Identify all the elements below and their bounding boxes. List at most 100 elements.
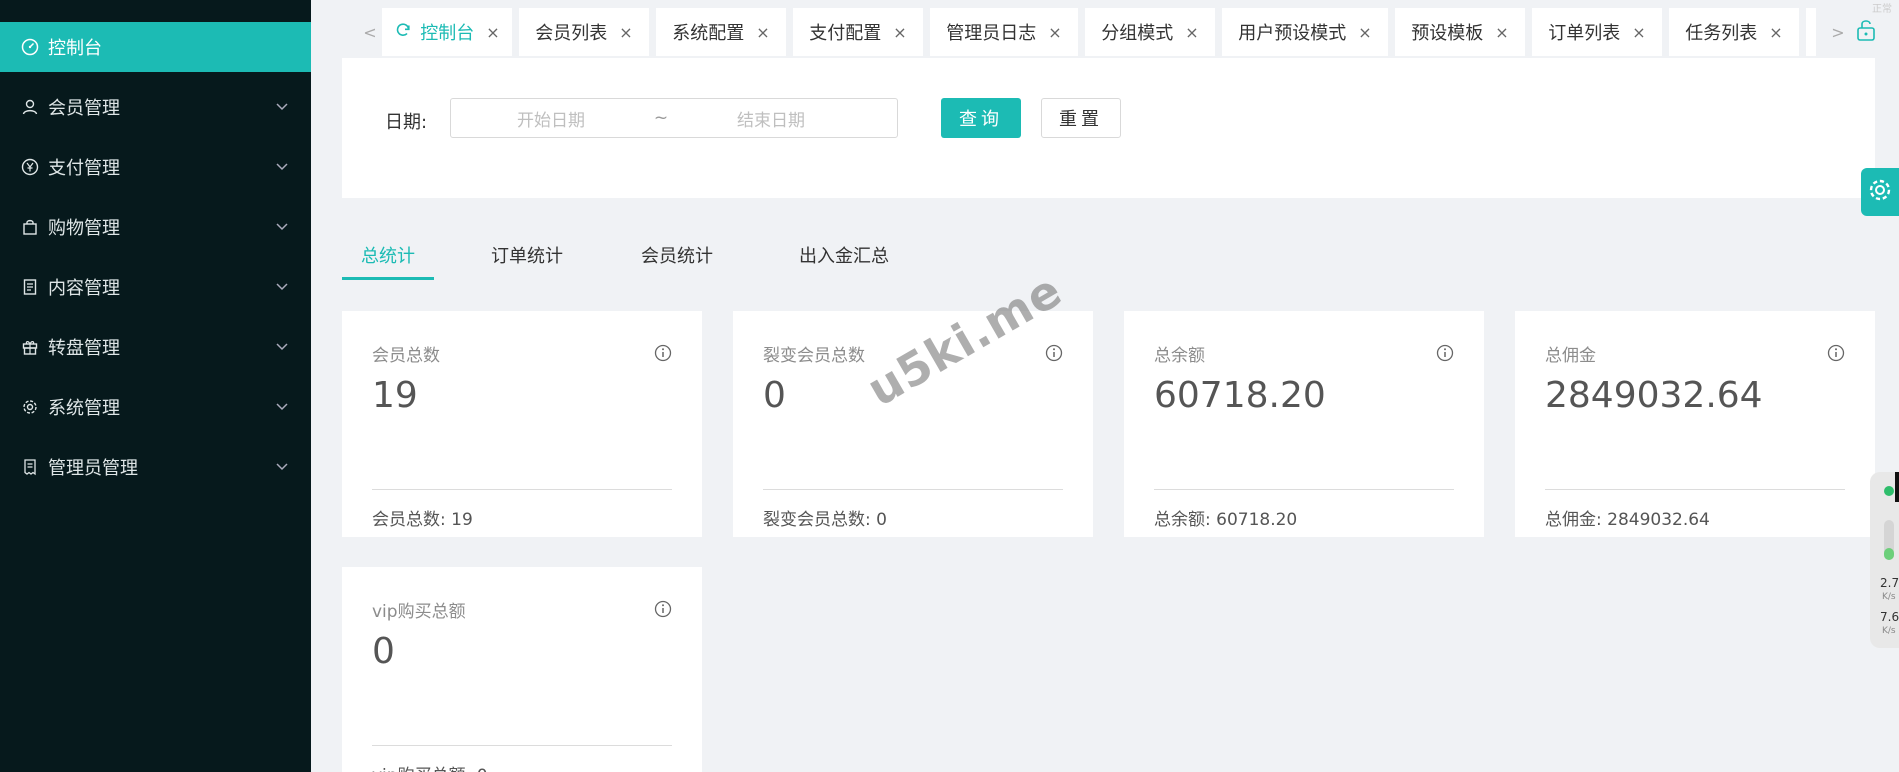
refresh-icon — [394, 21, 412, 44]
network-speed-widget[interactable]: 2.7 K/s 7.6 K/s — [1870, 472, 1899, 648]
close-icon[interactable]: × — [1769, 23, 1782, 42]
tab-scroll-right-button[interactable]: > — [1823, 8, 1853, 56]
tab-label: 系统配置 — [672, 23, 745, 44]
card-title: 会员总数 — [372, 346, 440, 366]
card-value: 0 — [372, 631, 395, 672]
tab-label: 用户预设模式 — [1238, 23, 1347, 44]
tab-system-config[interactable]: 系统配置 × — [656, 8, 786, 56]
date-filter-label: 日期: — [385, 112, 428, 133]
tab-total-stats[interactable]: 总统计 — [342, 230, 434, 280]
page-tab-bar: < 控制台 × 会员列表 × 系统配置 × 支付配置 × 管理员日志 × 分组模… — [311, 0, 1899, 58]
sidebar: 控制台 会员管理 支付管理 购物管理 内容管理 转盘管理 系统管理 管理员管理 — [0, 0, 311, 772]
tab-payment-config[interactable]: 支付配置 × — [793, 8, 923, 56]
chevron-right-icon: > — [1831, 22, 1845, 42]
info-icon[interactable] — [1436, 344, 1454, 362]
chevron-down-icon — [275, 460, 289, 474]
sidebar-item-label: 系统管理 — [48, 398, 120, 419]
usage-bar — [1884, 520, 1894, 560]
sidebar-item-dashboard[interactable]: 控制台 — [0, 22, 311, 72]
card-value: 19 — [372, 375, 418, 416]
info-icon[interactable] — [654, 344, 672, 362]
card-divider — [1545, 489, 1845, 490]
close-icon[interactable]: × — [1632, 23, 1645, 42]
download-unit: K/s — [1882, 626, 1896, 636]
receipt-icon — [21, 458, 39, 476]
sidebar-item-system[interactable]: 系统管理 — [0, 382, 311, 432]
sidebar-item-label: 内容管理 — [48, 278, 120, 299]
sidebar-item-members[interactable]: 会员管理 — [0, 82, 311, 132]
date-range-separator: ~ — [653, 108, 669, 128]
chevron-left-icon: < — [363, 22, 377, 42]
sidebar-item-admins[interactable]: 管理员管理 — [0, 442, 311, 492]
sidebar-item-label: 管理员管理 — [48, 458, 138, 479]
close-icon[interactable]: × — [1495, 23, 1508, 42]
tab-label: 总统计 — [361, 246, 415, 267]
tab-overflow[interactable] — [1806, 8, 1816, 56]
widget-edge — [1895, 472, 1899, 502]
sidebar-item-payment[interactable]: 支付管理 — [0, 142, 311, 192]
reset-button[interactable]: 重置 — [1041, 98, 1121, 138]
gift-icon — [21, 338, 39, 356]
close-icon[interactable]: × — [1048, 23, 1061, 42]
tab-admin-log[interactable]: 管理员日志 × — [930, 8, 1078, 56]
card-value: 60718.20 — [1154, 375, 1326, 416]
tab-group-mode[interactable]: 分组模式 × — [1085, 8, 1215, 56]
tab-order-stats[interactable]: 订单统计 — [482, 230, 572, 280]
gear-icon — [21, 398, 39, 416]
dashboard-icon — [21, 38, 39, 56]
card-footer: vip购买总额: 0 — [372, 761, 488, 772]
sidebar-item-content[interactable]: 内容管理 — [0, 262, 311, 312]
tab-label: 订单统计 — [491, 246, 563, 267]
sidebar-item-shopping[interactable]: 购物管理 — [0, 202, 311, 252]
tab-label: 会员统计 — [641, 246, 713, 267]
card-footer: 总佣金: 2849032.64 — [1545, 510, 1710, 530]
date-range-picker[interactable]: 开始日期 ~ 结束日期 — [450, 98, 898, 138]
info-icon[interactable] — [654, 600, 672, 618]
chevron-down-icon — [275, 280, 289, 294]
tab-label: 订单列表 — [1548, 23, 1621, 44]
tab-preset-template[interactable]: 预设模板 × — [1395, 8, 1525, 56]
close-icon[interactable]: × — [1358, 23, 1371, 42]
user-icon — [21, 98, 39, 116]
info-icon[interactable] — [1827, 344, 1845, 362]
chevron-down-icon — [275, 220, 289, 234]
info-icon[interactable] — [1045, 344, 1063, 362]
tab-member-list[interactable]: 会员列表 × — [519, 8, 649, 56]
tab-order-list[interactable]: 订单列表 × — [1532, 8, 1662, 56]
close-icon[interactable]: × — [893, 23, 906, 42]
close-icon[interactable]: × — [756, 23, 769, 42]
card-divider — [372, 489, 672, 490]
end-date-input[interactable]: 结束日期 — [671, 106, 871, 131]
close-icon[interactable]: × — [1185, 23, 1198, 42]
start-date-input[interactable]: 开始日期 — [451, 106, 651, 131]
card-title: 裂变会员总数 — [763, 346, 865, 366]
tab-member-stats[interactable]: 会员统计 — [632, 230, 722, 280]
card-footer: 会员总数: 19 — [372, 510, 473, 530]
card-title: 总佣金 — [1545, 346, 1596, 366]
sidebar-item-label: 控制台 — [48, 38, 102, 59]
close-icon[interactable]: × — [486, 23, 499, 42]
stat-card-total-balance: 总余额 60718.20 总余额: 60718.20 — [1124, 311, 1484, 537]
tab-label: 管理员日志 — [946, 23, 1037, 44]
upload-unit: K/s — [1882, 592, 1896, 602]
lock-icon[interactable] — [1853, 16, 1879, 44]
sidebar-item-label: 支付管理 — [48, 158, 120, 179]
tab-task-list[interactable]: 任务列表 × — [1669, 8, 1799, 56]
card-footer: 总余额: 60718.20 — [1154, 510, 1298, 530]
document-icon — [21, 278, 39, 296]
tab-user-preset-mode[interactable]: 用户预设模式 × — [1222, 8, 1388, 56]
chevron-down-icon — [275, 160, 289, 174]
tab-scroll-left-button[interactable]: < — [355, 8, 385, 56]
tab-funds-summary[interactable]: 出入金汇总 — [789, 230, 899, 280]
tab-dashboard[interactable]: 控制台 × — [382, 8, 512, 56]
bag-icon — [21, 218, 39, 236]
close-icon[interactable]: × — [619, 23, 632, 42]
tab-label: 出入金汇总 — [799, 246, 889, 267]
query-button[interactable]: 查询 — [941, 98, 1021, 138]
download-speed: 7.6 — [1880, 610, 1899, 624]
sidebar-item-label: 购物管理 — [48, 218, 120, 239]
settings-float-button[interactable] — [1861, 168, 1899, 216]
stat-card-total-commission: 总佣金 2849032.64 总佣金: 2849032.64 — [1515, 311, 1875, 537]
tab-label: 会员列表 — [535, 23, 608, 44]
sidebar-item-wheel[interactable]: 转盘管理 — [0, 322, 311, 372]
